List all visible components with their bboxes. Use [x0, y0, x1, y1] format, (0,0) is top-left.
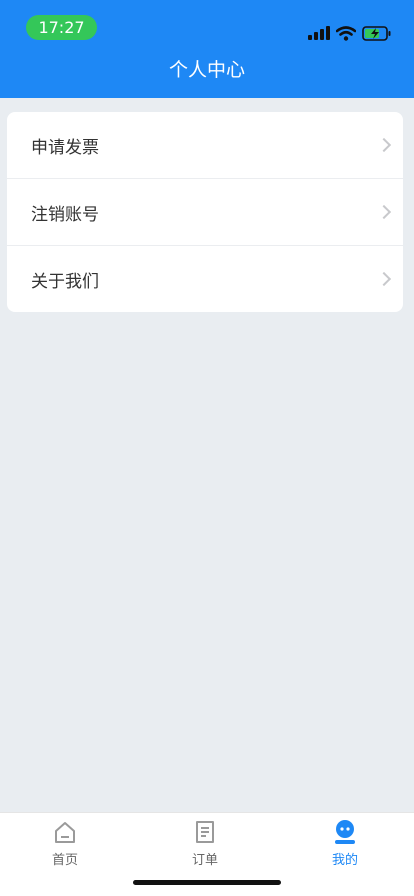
phone-screen: 17:27 个人中心 申请发票 注销账号 关于我们 首页 订单 我的	[0, 0, 414, 896]
status-icons	[308, 23, 392, 43]
home-icon	[55, 822, 75, 843]
menu-item-delete-account[interactable]: 注销账号	[7, 179, 403, 246]
tab-home[interactable]: 首页	[25, 819, 105, 875]
menu-card: 申请发票 注销账号 关于我们	[7, 112, 403, 312]
chevron-right-icon	[376, 204, 392, 220]
status-time: 17:27	[26, 15, 97, 40]
tab-label: 订单	[191, 853, 218, 868]
chevron-right-icon	[376, 271, 392, 287]
menu-item-label: 关于我们	[31, 271, 99, 292]
tab-profile[interactable]: 我的	[305, 819, 385, 875]
battery-charging-icon	[362, 25, 391, 41]
profile-icon	[335, 820, 355, 844]
header: 17:27 个人中心	[0, 0, 414, 98]
tab-label: 首页	[51, 853, 78, 868]
menu-item-about-us[interactable]: 关于我们	[7, 246, 403, 312]
signal-icon	[308, 26, 330, 40]
order-icon	[196, 821, 214, 843]
home-indicator	[133, 880, 281, 885]
wifi-icon	[336, 25, 356, 41]
status-bar: 17:27	[0, 0, 414, 44]
menu-item-apply-invoice[interactable]: 申请发票	[7, 112, 403, 179]
tab-orders[interactable]: 订单	[165, 819, 245, 875]
tab-label: 我的	[331, 853, 358, 868]
menu-item-label: 注销账号	[31, 204, 99, 225]
chevron-right-icon	[376, 137, 392, 153]
menu-item-label: 申请发票	[31, 137, 99, 158]
page-title: 个人中心	[168, 59, 245, 81]
